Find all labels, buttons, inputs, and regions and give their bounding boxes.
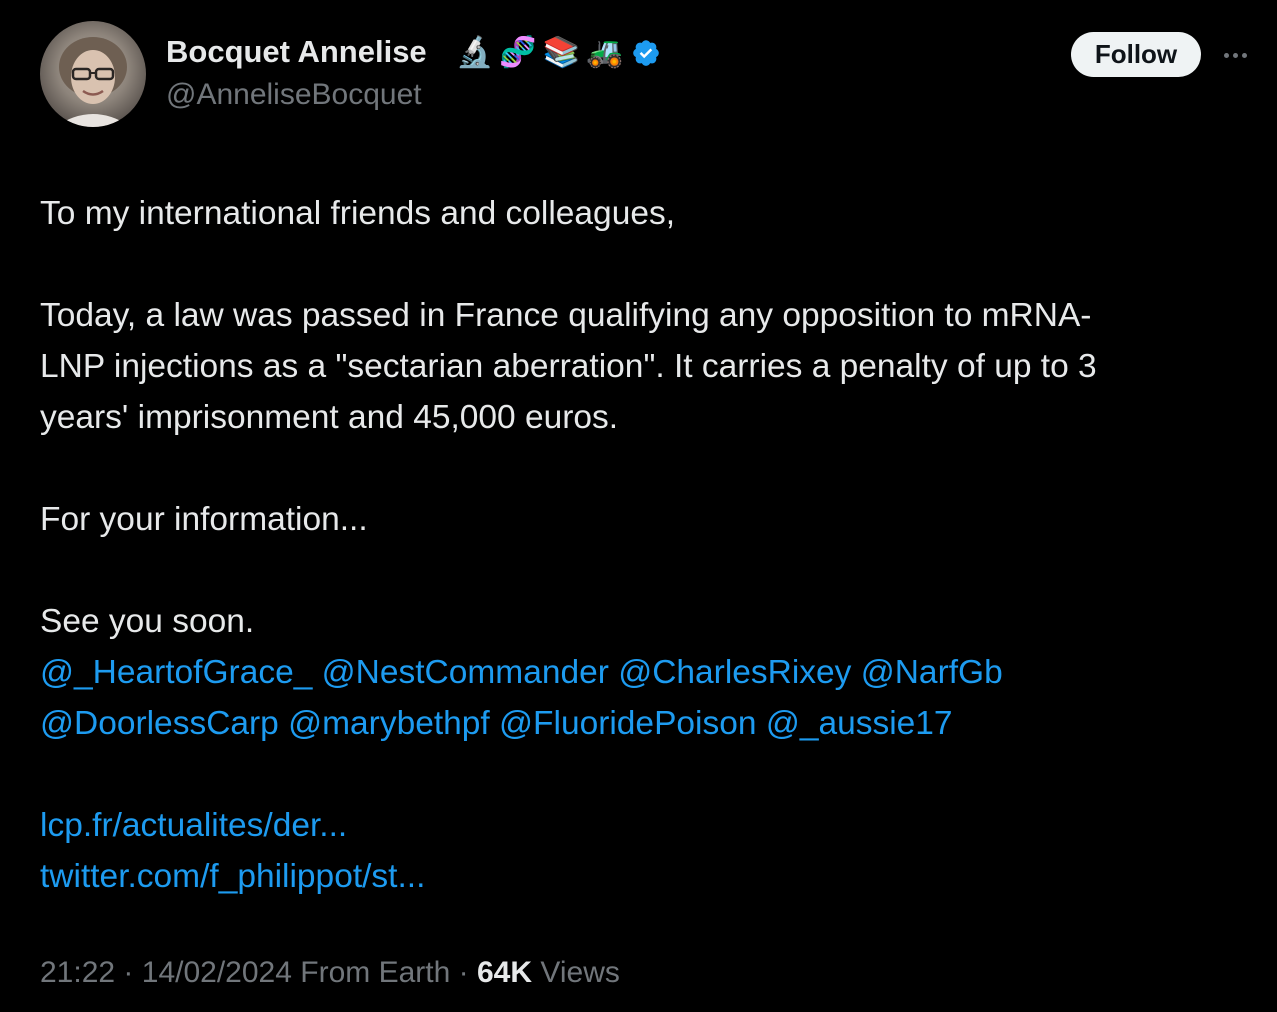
mention-link[interactable]: @marybethpf [288,705,490,742]
mention-link[interactable]: @NestCommander [322,654,609,691]
views-count[interactable]: 64K [477,956,532,989]
more-dot [1232,52,1238,58]
tractor-emoji: 🚜 [586,35,624,70]
mention-link[interactable]: @_HeartofGrace_ [40,654,312,691]
tweet-time[interactable]: 21:22 [40,956,115,989]
mentions-line: @_HeartofGrace_ @NestCommander @CharlesR… [40,647,1255,698]
books-emoji: 📚 [542,35,581,70]
paragraph-break [40,545,1255,596]
more-dot [1223,52,1229,58]
tweet-text: To my international friends and colleagu… [40,188,1255,902]
tweet-date[interactable]: 14/02/2024 [142,956,292,989]
avatar-photo [55,37,131,127]
author-handle[interactable]: @AnneliseBocquet [166,78,422,112]
tweet-line: LNP injections as a "sectarian aberratio… [40,348,1097,385]
url-link[interactable]: lcp.fr/actualites/der... [40,807,347,844]
views-label[interactable]: Views [540,956,619,989]
mention-link[interactable]: @CharlesRixey [618,654,851,691]
url-line: lcp.fr/actualites/der... [40,800,1255,851]
tweet-line: Today, a law was passed in France qualif… [40,297,1092,334]
microscope-emoji: 🔬 [456,35,494,70]
url-link[interactable]: twitter.com/f_philippot/st... [40,858,425,895]
meta-separator: · [458,956,469,989]
tweet-line: See you soon. [40,603,255,640]
mention-link[interactable]: @DoorlessCarp [40,705,279,742]
meta-separator: · [123,956,134,989]
mentions-line: @DoorlessCarp @marybethpf @FluoridePoiso… [40,698,1255,749]
avatar[interactable] [40,21,146,127]
tweet-greeting: To my international friends and colleagu… [40,195,676,232]
tweet-line: years' imprisonment and 45,000 euros. [40,399,619,436]
author-display-name[interactable]: Bocquet Annelise [166,34,427,70]
verified-badge-icon[interactable] [631,38,661,68]
tweet-paragraph: Today, a law was passed in France qualif… [40,290,1255,443]
mention-link[interactable]: @_aussie17 [766,705,953,742]
mention-link[interactable]: @NarfGb [861,654,1003,691]
dna-emoji: 🧬 [499,35,537,70]
tweet-meta: 21:22 · 14/02/2024 From Earth · 64K View… [40,956,620,990]
tweet-line: For your information... [40,501,368,538]
name-emojis: 🔬 🧬 📚 🚜 [456,32,661,74]
more-dot [1241,52,1247,58]
paragraph-break [40,239,1255,290]
follow-button[interactable]: Follow [1071,32,1201,77]
paragraph-break [40,749,1255,800]
more-horizontal-icon[interactable] [1219,40,1251,70]
paragraph-break [40,443,1255,494]
tweet-source: From Earth [300,956,451,989]
url-line: twitter.com/f_philippot/st... [40,851,1255,902]
mention-link[interactable]: @FluoridePoison [499,705,756,742]
